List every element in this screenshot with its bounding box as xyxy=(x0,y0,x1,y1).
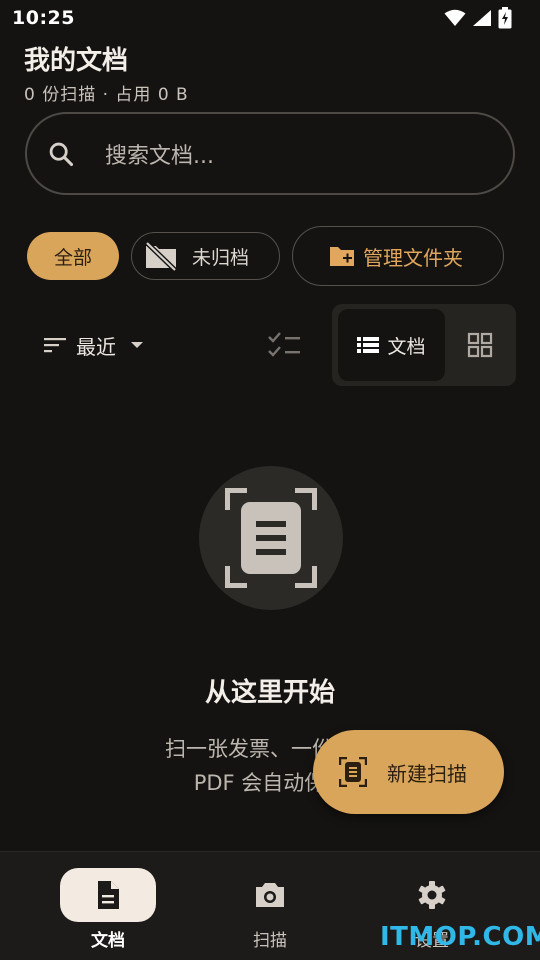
watermark: ITMOP.COM xyxy=(380,922,540,952)
manage-folders-button[interactable]: 管理文件夹 xyxy=(292,226,504,286)
nav-pill-settings xyxy=(384,868,480,922)
caret-down-icon xyxy=(131,342,143,348)
search-placeholder: 搜索文档... xyxy=(105,143,214,169)
multi-select-icon[interactable] xyxy=(266,330,302,360)
grid-view-icon[interactable] xyxy=(467,332,493,358)
manage-folders-label: 管理文件夹 xyxy=(363,245,463,270)
new-scan-button[interactable]: 新建扫描 xyxy=(313,730,504,814)
sort-dropdown[interactable]: 最近 xyxy=(44,330,144,360)
empty-state-title: 从这里开始 xyxy=(204,678,335,708)
empty-state-illustration xyxy=(199,466,343,610)
sort-icon xyxy=(44,338,66,353)
search-bar[interactable]: 搜索文档... xyxy=(25,112,515,195)
document-icon xyxy=(98,881,119,909)
nav-item-scan[interactable]: 扫描 xyxy=(200,852,340,960)
folder-add-icon xyxy=(330,247,354,266)
sort-label: 最近 xyxy=(76,334,116,359)
camera-icon xyxy=(256,883,284,907)
filter-chip-all-label: 全部 xyxy=(53,246,92,269)
nav-label-documents: 文档 xyxy=(91,931,125,951)
nav-pill-documents xyxy=(60,868,156,922)
status-icons xyxy=(444,7,512,29)
page-title: 我的文档 xyxy=(24,46,129,76)
search-icon xyxy=(49,142,74,166)
nav-item-documents[interactable]: 文档 xyxy=(38,852,178,960)
document-scanner-icon xyxy=(339,757,367,787)
folder-off-icon xyxy=(145,241,177,271)
document-scanner-icon xyxy=(225,488,317,588)
nav-label-scan: 扫描 xyxy=(253,931,287,951)
view-list-label: 文档 xyxy=(387,335,426,358)
nav-pill-scan xyxy=(222,868,318,922)
signal-icon xyxy=(473,10,491,26)
gear-icon xyxy=(418,881,446,909)
new-scan-label: 新建扫描 xyxy=(387,761,467,786)
battery-icon xyxy=(498,7,512,29)
status-time: 10:25 xyxy=(12,7,75,29)
filter-chip-unfiled[interactable]: 未归档 xyxy=(131,232,280,280)
view-list-button[interactable]: 文档 xyxy=(338,309,445,381)
status-bar: 10:25 xyxy=(0,0,540,36)
wifi-icon xyxy=(444,9,466,26)
list-view-icon xyxy=(357,337,380,353)
page-subtitle: 0 份扫描 · 占用 0 B xyxy=(24,85,189,105)
filter-chip-all[interactable]: 全部 xyxy=(27,232,119,280)
filter-chip-unfiled-label: 未归档 xyxy=(192,246,250,269)
